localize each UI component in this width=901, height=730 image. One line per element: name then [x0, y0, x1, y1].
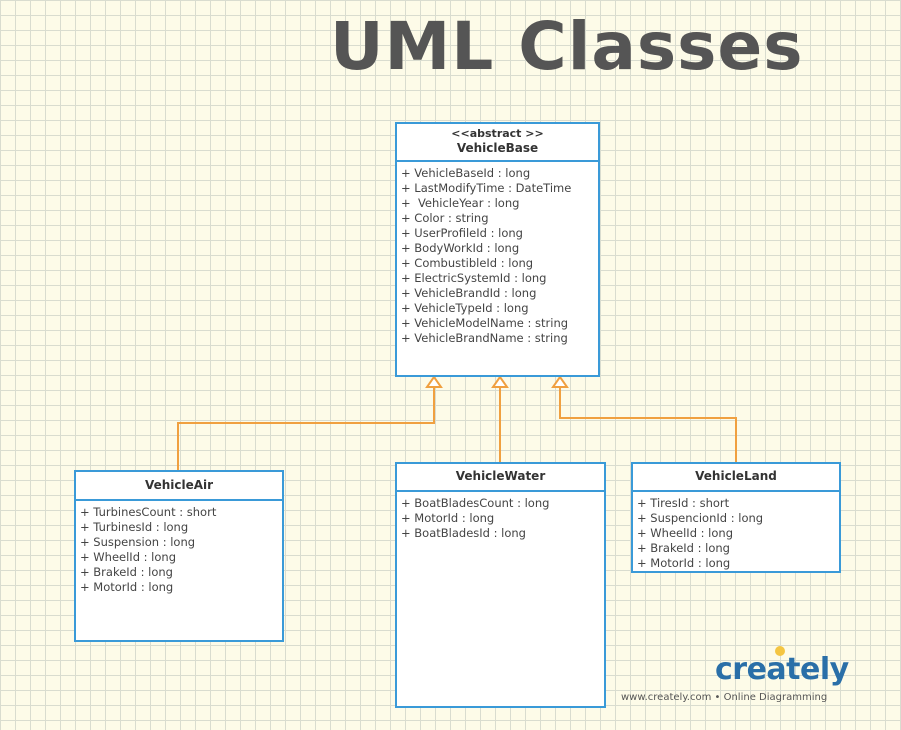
attribute: + MotorId : long	[637, 556, 731, 570]
connector-air-to-base[interactable]	[177, 387, 435, 471]
attribute: + VehicleBaseId : long	[401, 166, 531, 180]
class-vehiclebase-header: <<abstract >> VehicleBase	[397, 124, 598, 162]
attribute: + BoatBladesId : long	[401, 526, 526, 540]
class-vehiclebase[interactable]: <<abstract >> VehicleBase + VehicleBaseI…	[395, 122, 600, 377]
class-vehicleland[interactable]: VehicleLand + TiresId : short + Suspenci…	[631, 462, 841, 573]
attribute: + TurbinesCount : short	[80, 505, 217, 519]
attribute: + WheelId : long	[637, 526, 733, 540]
attribute: + BrakeId : long	[80, 565, 173, 579]
attribute: + TiresId : short	[637, 496, 730, 510]
class-vehicleair-attributes: + TurbinesCount : short + TurbinesId : l…	[76, 501, 282, 595]
attribute: + BodyWorkId : long	[401, 241, 520, 255]
attribute: + BrakeId : long	[637, 541, 730, 555]
inheritance-arrowhead-land	[551, 375, 569, 388]
class-vehicleair[interactable]: VehicleAir + TurbinesCount : short + Tur…	[74, 470, 284, 642]
attribute: + MotorId : long	[401, 511, 495, 525]
attribute: + VehicleModelName : string	[401, 316, 569, 330]
attribute: + VehicleYear : long	[401, 196, 520, 210]
class-vehiclebase-name: VehicleBase	[456, 141, 539, 155]
attribute: + SuspencionId : long	[637, 511, 764, 525]
inheritance-arrowhead-water	[491, 375, 509, 388]
connector-land-to-base[interactable]	[559, 387, 737, 463]
attribute: + ElectricSystemId : long	[401, 271, 547, 285]
class-vehiclewater-header: VehicleWater	[397, 464, 604, 492]
class-vehicleland-name: VehicleLand	[695, 469, 777, 483]
attribute: + BoatBladesCount : long	[401, 496, 550, 510]
class-vehicleland-header: VehicleLand	[633, 464, 839, 492]
class-vehicleair-header: VehicleAir	[76, 472, 282, 501]
attribute: + Suspension : long	[80, 535, 196, 549]
attribute: + CombustibleId : long	[401, 256, 534, 270]
attribute: + VehicleBrandId : long	[401, 286, 537, 300]
class-vehiclebase-attributes: + VehicleBaseId : long + LastModifyTime …	[397, 162, 598, 346]
class-vehiclewater-name: VehicleWater	[455, 469, 546, 483]
attribute: + VehicleBrandName : string	[401, 331, 568, 345]
attribute: + WheelId : long	[80, 550, 176, 564]
class-vehicleair-name: VehicleAir	[144, 478, 214, 492]
attribute: + Color : string	[401, 211, 489, 225]
class-vehiclewater-attributes: + BoatBladesCount : long + MotorId : lon…	[397, 492, 604, 541]
attribute: + UserProfileId : long	[401, 226, 523, 240]
abstract-stereotype: <<abstract >>	[451, 127, 544, 140]
class-vehicleland-attributes: + TiresId : short + SuspencionId : long …	[633, 492, 839, 571]
creately-logo: creately	[715, 652, 849, 687]
attribute: + VehicleTypeId : long	[401, 301, 529, 315]
inheritance-arrowhead-air	[425, 375, 443, 388]
class-vehiclewater[interactable]: VehicleWater + BoatBladesCount : long + …	[395, 462, 606, 708]
watermark-tagline: www.creately.com • Online Diagramming	[621, 692, 828, 703]
attribute: + MotorId : long	[80, 580, 174, 594]
attribute: + TurbinesId : long	[80, 520, 189, 534]
attribute: + LastModifyTime : DateTime	[401, 181, 572, 195]
